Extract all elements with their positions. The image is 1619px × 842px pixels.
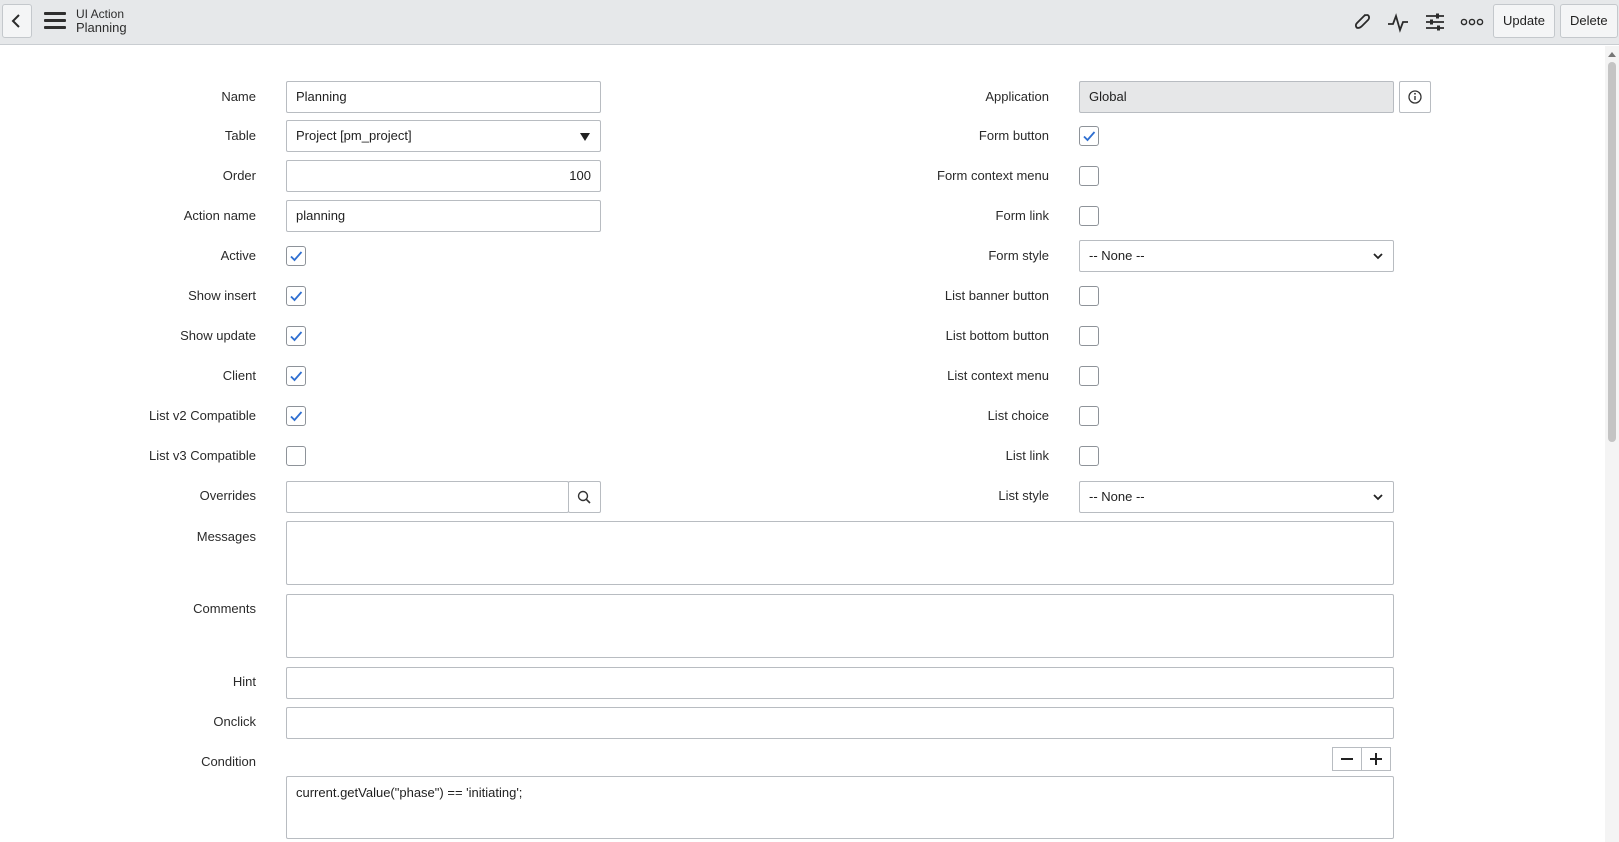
onclick-label: Onclick	[213, 714, 256, 729]
order-label: Order	[222, 168, 256, 183]
list-context-menu-checkbox[interactable]	[1079, 366, 1099, 386]
client-label: Client	[222, 368, 256, 383]
condition-label: Condition	[201, 754, 256, 769]
list-bottom-button-checkbox[interactable]	[1079, 326, 1099, 346]
overrides-label: Overrides	[199, 488, 256, 503]
list-choice-checkbox[interactable]	[1079, 406, 1099, 426]
table-select-value: Project [pm_project]	[296, 128, 412, 143]
checkmark-icon	[290, 411, 303, 422]
show-insert-label: Show insert	[188, 288, 256, 303]
collapse-condition-button[interactable]	[1332, 747, 1362, 771]
scroll-up-arrow-icon[interactable]	[1608, 52, 1616, 57]
back-icon	[11, 14, 20, 28]
record-type: UI Action	[76, 7, 125, 21]
show-update-label: Show update	[180, 328, 256, 343]
list-link-checkbox[interactable]	[1079, 446, 1099, 466]
checkmark-icon	[290, 371, 303, 382]
info-icon	[1408, 90, 1422, 104]
activity-icon[interactable]	[1386, 10, 1410, 34]
name-input[interactable]: Planning	[286, 81, 601, 113]
list-banner-button-checkbox[interactable]	[1079, 286, 1099, 306]
plus-icon	[1370, 753, 1382, 765]
list-style-label: List style	[998, 488, 1049, 503]
overrides-input[interactable]	[286, 481, 569, 513]
form-context-menu-checkbox[interactable]	[1079, 166, 1099, 186]
list-v2-label: List v2 Compatible	[149, 408, 256, 423]
search-icon	[577, 490, 591, 504]
scrollbar[interactable]	[1605, 46, 1619, 842]
form-style-label: Form style	[988, 248, 1049, 263]
record-name: Planning	[76, 20, 127, 35]
active-label: Active	[220, 248, 256, 263]
list-style-select[interactable]: -- None --	[1079, 481, 1394, 513]
menu-icon[interactable]	[44, 12, 66, 32]
form-style-value: -- None --	[1089, 248, 1145, 263]
messages-label: Messages	[196, 529, 256, 544]
checkmark-icon	[1083, 131, 1096, 142]
form-button-label: Form button	[978, 128, 1049, 143]
condition-editor[interactable]: current.getValue("phase") == 'initiating…	[286, 776, 1394, 839]
list-style-value: -- None --	[1089, 489, 1145, 504]
table-select[interactable]: Project [pm_project]	[286, 120, 601, 152]
scroll-thumb[interactable]	[1608, 62, 1616, 442]
list-v2-checkbox[interactable]	[286, 406, 306, 426]
action-name-label: Action name	[183, 208, 256, 223]
hint-label: Hint	[232, 674, 256, 689]
form-link-checkbox[interactable]	[1079, 206, 1099, 226]
condition-code: current.getValue("phase") == 'initiating…	[296, 785, 523, 800]
update-button[interactable]: Update	[1493, 4, 1555, 38]
checkmark-icon	[290, 291, 303, 302]
form-link-label: Form link	[995, 208, 1049, 223]
checkmark-icon	[290, 251, 303, 262]
list-bottom-button-label: List bottom button	[945, 328, 1049, 343]
back-button[interactable]	[2, 4, 32, 38]
list-choice-label: List choice	[987, 408, 1049, 423]
order-input[interactable]: 100	[286, 160, 601, 192]
name-label: Name	[221, 89, 256, 104]
client-checkbox[interactable]	[286, 366, 306, 386]
form-context-menu-label: Form context menu	[937, 168, 1049, 183]
caret-down-icon	[580, 133, 590, 141]
checkmark-icon	[290, 331, 303, 342]
application-label: Application	[985, 89, 1049, 104]
paperclip-icon[interactable]	[1350, 10, 1374, 34]
list-v3-checkbox[interactable]	[286, 446, 306, 466]
settings-sliders-icon[interactable]	[1423, 10, 1447, 34]
application-info-button[interactable]	[1399, 81, 1431, 113]
comments-label: Comments	[193, 601, 256, 616]
form-header: UI Action Planning Update Delete	[0, 0, 1619, 45]
minus-icon	[1341, 758, 1353, 760]
show-insert-checkbox[interactable]	[286, 286, 306, 306]
application-field: Global	[1079, 81, 1394, 113]
show-update-checkbox[interactable]	[286, 326, 306, 346]
chevron-down-icon	[1373, 253, 1383, 260]
list-link-label: List link	[1005, 448, 1049, 463]
table-label: Table	[224, 128, 256, 143]
list-v3-label: List v3 Compatible	[149, 448, 256, 463]
action-name-input[interactable]: planning	[286, 200, 601, 232]
list-context-menu-label: List context menu	[947, 368, 1049, 383]
more-icon[interactable]	[1460, 10, 1484, 34]
active-checkbox[interactable]	[286, 246, 306, 266]
messages-textarea[interactable]	[286, 521, 1394, 585]
delete-button[interactable]: Delete	[1560, 4, 1618, 38]
hint-input[interactable]	[286, 667, 1394, 699]
list-banner-button-label: List banner button	[944, 288, 1049, 303]
overrides-lookup-button[interactable]	[568, 481, 601, 513]
expand-condition-button[interactable]	[1361, 747, 1391, 771]
chevron-down-icon	[1373, 494, 1383, 501]
form-style-select[interactable]: -- None --	[1079, 240, 1394, 272]
onclick-input[interactable]	[286, 707, 1394, 739]
form-button-checkbox[interactable]	[1079, 126, 1099, 146]
comments-textarea[interactable]	[286, 594, 1394, 658]
